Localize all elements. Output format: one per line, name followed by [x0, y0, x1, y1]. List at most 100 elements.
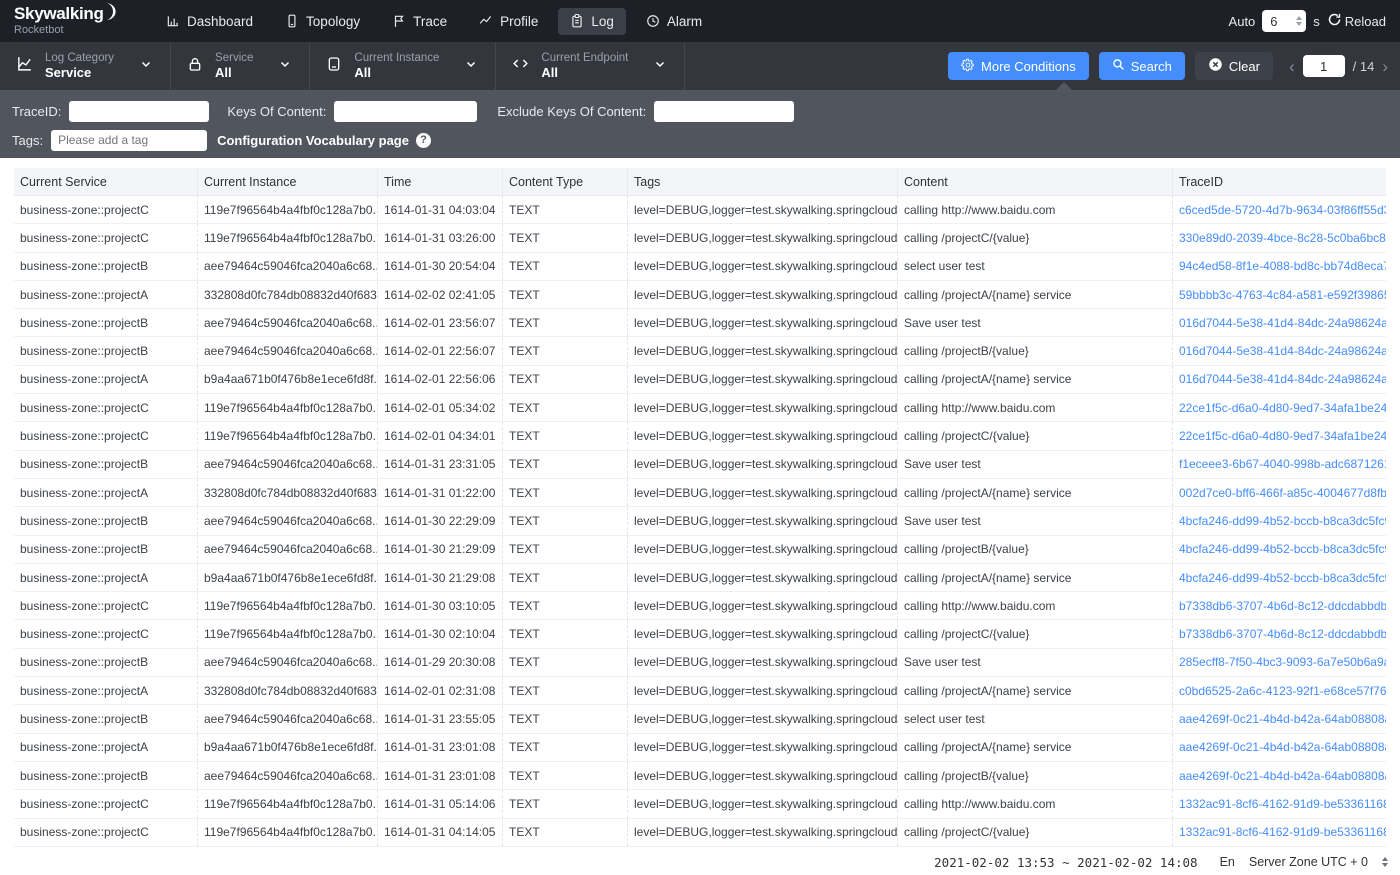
- table-body: business-zone::projectC119e7f96564b4a4fb…: [14, 196, 1386, 847]
- cell-time: 1614-02-01 22:56:06: [377, 366, 502, 393]
- table-row[interactable]: business-zone::projectA332808d0fc784db08…: [14, 479, 1386, 507]
- trace-id-link[interactable]: 94c4ed58-8f1e-4088-bd8c-bb74d8eca703: [1179, 259, 1386, 273]
- nav-item-alarm[interactable]: Alarm: [634, 8, 714, 35]
- cell-trace-id: 94c4ed58-8f1e-4088-bd8c-bb74d8eca703: [1172, 253, 1386, 280]
- current-instance-selector[interactable]: Current Instance All: [310, 42, 496, 90]
- trace-id-link[interactable]: 22ce1f5c-d6a0-4d80-9ed7-34afa1be2490: [1179, 429, 1386, 443]
- trace-id-link[interactable]: 002d7ce0-bff6-466f-a85c-4004677d8fbf: [1179, 486, 1386, 500]
- table-row[interactable]: business-zone::projectBaee79464c59046fca…: [14, 507, 1386, 535]
- current-endpoint-selector[interactable]: Current Endpoint All: [496, 42, 685, 90]
- table-row[interactable]: business-zone::projectC119e7f96564b4a4fb…: [14, 422, 1386, 450]
- table-row[interactable]: business-zone::projectA332808d0fc784db08…: [14, 677, 1386, 705]
- traceid-field[interactable]: [69, 101, 209, 122]
- cell-tags: level=DEBUG,logger=test.skywalking.sprin…: [627, 507, 897, 534]
- tags-field[interactable]: [51, 130, 207, 151]
- auto-unit-label: s: [1313, 14, 1320, 29]
- cell-current-service: business-zone::projectB: [14, 337, 197, 364]
- keys-of-content-label: Keys Of Content:: [227, 104, 326, 119]
- table-row[interactable]: business-zone::projectC119e7f96564b4a4fb…: [14, 224, 1386, 252]
- table-row[interactable]: business-zone::projectBaee79464c59046fca…: [14, 762, 1386, 790]
- chevron-down-icon: [279, 57, 291, 75]
- cell-current-instance: 119e7f96564b4a4fbf0c128a7b0...: [197, 196, 377, 223]
- nav-item-log[interactable]: Log: [558, 8, 626, 35]
- stepper-arrows-icon[interactable]: [1296, 16, 1302, 26]
- trace-id-link[interactable]: 4bcfa246-dd99-4b52-bccb-b8ca3dc5fc94: [1179, 571, 1386, 585]
- table-row[interactable]: business-zone::projectBaee79464c59046fca…: [14, 253, 1386, 281]
- log-category-selector[interactable]: Log Category Service: [0, 42, 171, 90]
- keys-of-content-field[interactable]: [334, 101, 477, 122]
- search-button[interactable]: Search: [1099, 52, 1185, 80]
- table-row[interactable]: business-zone::projectC119e7f96564b4a4fb…: [14, 196, 1386, 224]
- trace-id-link[interactable]: 59bbbb3c-4763-4c84-a581-e592f39865bd: [1179, 288, 1386, 302]
- service-selector[interactable]: Service All: [171, 42, 310, 90]
- time-range-picker[interactable]: 2021-02-02 13:53 ~ 2021-02-02 14:08: [934, 855, 1197, 870]
- nav-item-dashboard[interactable]: Dashboard: [154, 8, 265, 35]
- trace-id-link[interactable]: 4bcfa246-dd99-4b52-bccb-b8ca3dc5fc94: [1179, 542, 1386, 556]
- cell-current-service: business-zone::projectC: [14, 394, 197, 421]
- nav-item-topology[interactable]: Topology: [273, 8, 372, 35]
- auto-interval-input[interactable]: [1270, 14, 1292, 29]
- table-row[interactable]: business-zone::projectC119e7f96564b4a4fb…: [14, 592, 1386, 620]
- trace-id-link[interactable]: 016d7044-5e38-41d4-84dc-24a98624a30e: [1179, 372, 1386, 386]
- table-row[interactable]: business-zone::projectBaee79464c59046fca…: [14, 536, 1386, 564]
- logo-moon-icon: [106, 3, 119, 26]
- cell-current-instance: 119e7f96564b4a4fbf0c128a7b0...: [197, 422, 377, 449]
- trace-id-link[interactable]: 016d7044-5e38-41d4-84dc-24a98624a30e: [1179, 316, 1386, 330]
- cell-content: calling /projectB/{value}: [897, 536, 1172, 563]
- help-question-icon[interactable]: ?: [416, 133, 431, 148]
- trace-id-link[interactable]: aae4269f-0c21-4b4d-b42a-64ab08808ac8: [1179, 740, 1386, 754]
- table-row[interactable]: business-zone::projectA332808d0fc784db08…: [14, 281, 1386, 309]
- cell-content: calling /projectA/{name} service: [897, 734, 1172, 761]
- table-row[interactable]: business-zone::projectAb9a4aa671b0f476b8…: [14, 366, 1386, 394]
- trace-id-link[interactable]: b7338db6-3707-4b6d-8c12-ddcdabbdb45a: [1179, 599, 1386, 613]
- language-toggle[interactable]: En: [1220, 855, 1235, 869]
- trace-id-link[interactable]: 22ce1f5c-d6a0-4d80-9ed7-34afa1be2490: [1179, 401, 1386, 415]
- reload-button[interactable]: Reload: [1327, 12, 1386, 30]
- trace-id-link[interactable]: f1eceee3-6b67-4040-998b-adc6871261c1: [1179, 457, 1386, 471]
- table-row[interactable]: business-zone::projectC119e7f96564b4a4fb…: [14, 620, 1386, 648]
- selector-label: Log Category: [45, 51, 114, 65]
- selector-label: Service: [215, 51, 253, 65]
- trace-id-link[interactable]: 1332ac91-8cf6-4162-91d9-be53361168a9: [1179, 797, 1386, 811]
- trace-id-link[interactable]: 285ecff8-7f50-4bc3-9093-6a7e50b6a9a3: [1179, 655, 1386, 669]
- nav-item-trace[interactable]: Trace: [380, 8, 459, 35]
- trace-id-link[interactable]: 016d7044-5e38-41d4-84dc-24a98624a30e: [1179, 344, 1386, 358]
- traceid-label: TraceID:: [12, 104, 61, 119]
- auto-interval-stepper[interactable]: [1262, 10, 1306, 32]
- cell-content-type: TEXT: [502, 592, 627, 619]
- trace-id-link[interactable]: c6ced5de-5720-4d7b-9634-03f86ff55d30: [1179, 203, 1386, 217]
- trace-id-link[interactable]: aae4269f-0c21-4b4d-b42a-64ab08808ac8: [1179, 712, 1386, 726]
- exclude-keys-field[interactable]: [654, 101, 794, 122]
- page-number-input[interactable]: [1303, 55, 1345, 77]
- vocabulary-link[interactable]: Configuration Vocabulary page: [217, 133, 409, 148]
- trace-id-link[interactable]: 1332ac91-8cf6-4162-91d9-be53361168a9: [1179, 825, 1386, 839]
- trace-id-link[interactable]: aae4269f-0c21-4b4d-b42a-64ab08808ac8: [1179, 769, 1386, 783]
- cell-time: 1614-02-01 05:34:02: [377, 394, 502, 421]
- table-row[interactable]: business-zone::projectBaee79464c59046fca…: [14, 337, 1386, 365]
- table-row[interactable]: business-zone::projectAb9a4aa671b0f476b8…: [14, 564, 1386, 592]
- next-page-icon[interactable]: ›: [1382, 58, 1388, 75]
- trace-id-link[interactable]: 4bcfa246-dd99-4b52-bccb-b8ca3dc5fc94: [1179, 514, 1386, 528]
- prev-page-icon[interactable]: ‹: [1289, 58, 1295, 75]
- column-header-content-type: Content Type: [502, 168, 627, 195]
- table-row[interactable]: business-zone::projectBaee79464c59046fca…: [14, 649, 1386, 677]
- table-row[interactable]: business-zone::projectC119e7f96564b4a4fb…: [14, 394, 1386, 422]
- table-row[interactable]: business-zone::projectBaee79464c59046fca…: [14, 451, 1386, 479]
- table-row[interactable]: business-zone::projectC119e7f96564b4a4fb…: [14, 819, 1386, 847]
- timezone-stepper-icon[interactable]: [1382, 857, 1388, 867]
- nav-item-profile[interactable]: Profile: [467, 8, 550, 35]
- trace-id-link[interactable]: b7338db6-3707-4b6d-8c12-ddcdabbdb45a: [1179, 627, 1386, 641]
- table-row[interactable]: business-zone::projectC119e7f96564b4a4fb…: [14, 790, 1386, 818]
- tags-label: Tags:: [12, 133, 43, 148]
- cell-time: 1614-01-31 01:22:00: [377, 479, 502, 506]
- table-row[interactable]: business-zone::projectAb9a4aa671b0f476b8…: [14, 734, 1386, 762]
- cell-tags: level=DEBUG,logger=test.skywalking.sprin…: [627, 422, 897, 449]
- trace-id-link[interactable]: c0bd6525-2a6c-4123-92f1-e68ce57f767d: [1179, 684, 1386, 698]
- trace-id-link[interactable]: 330e89d0-2039-4bce-8c28-5c0ba6bc8ce7: [1179, 231, 1386, 245]
- table-row[interactable]: business-zone::projectBaee79464c59046fca…: [14, 705, 1386, 733]
- cell-tags: level=DEBUG,logger=test.skywalking.sprin…: [627, 564, 897, 591]
- more-conditions-button[interactable]: More Conditions: [948, 52, 1089, 80]
- table-row[interactable]: business-zone::projectBaee79464c59046fca…: [14, 309, 1386, 337]
- cell-current-instance: 119e7f96564b4a4fbf0c128a7b0...: [197, 819, 377, 846]
- clear-button[interactable]: Clear: [1195, 52, 1273, 80]
